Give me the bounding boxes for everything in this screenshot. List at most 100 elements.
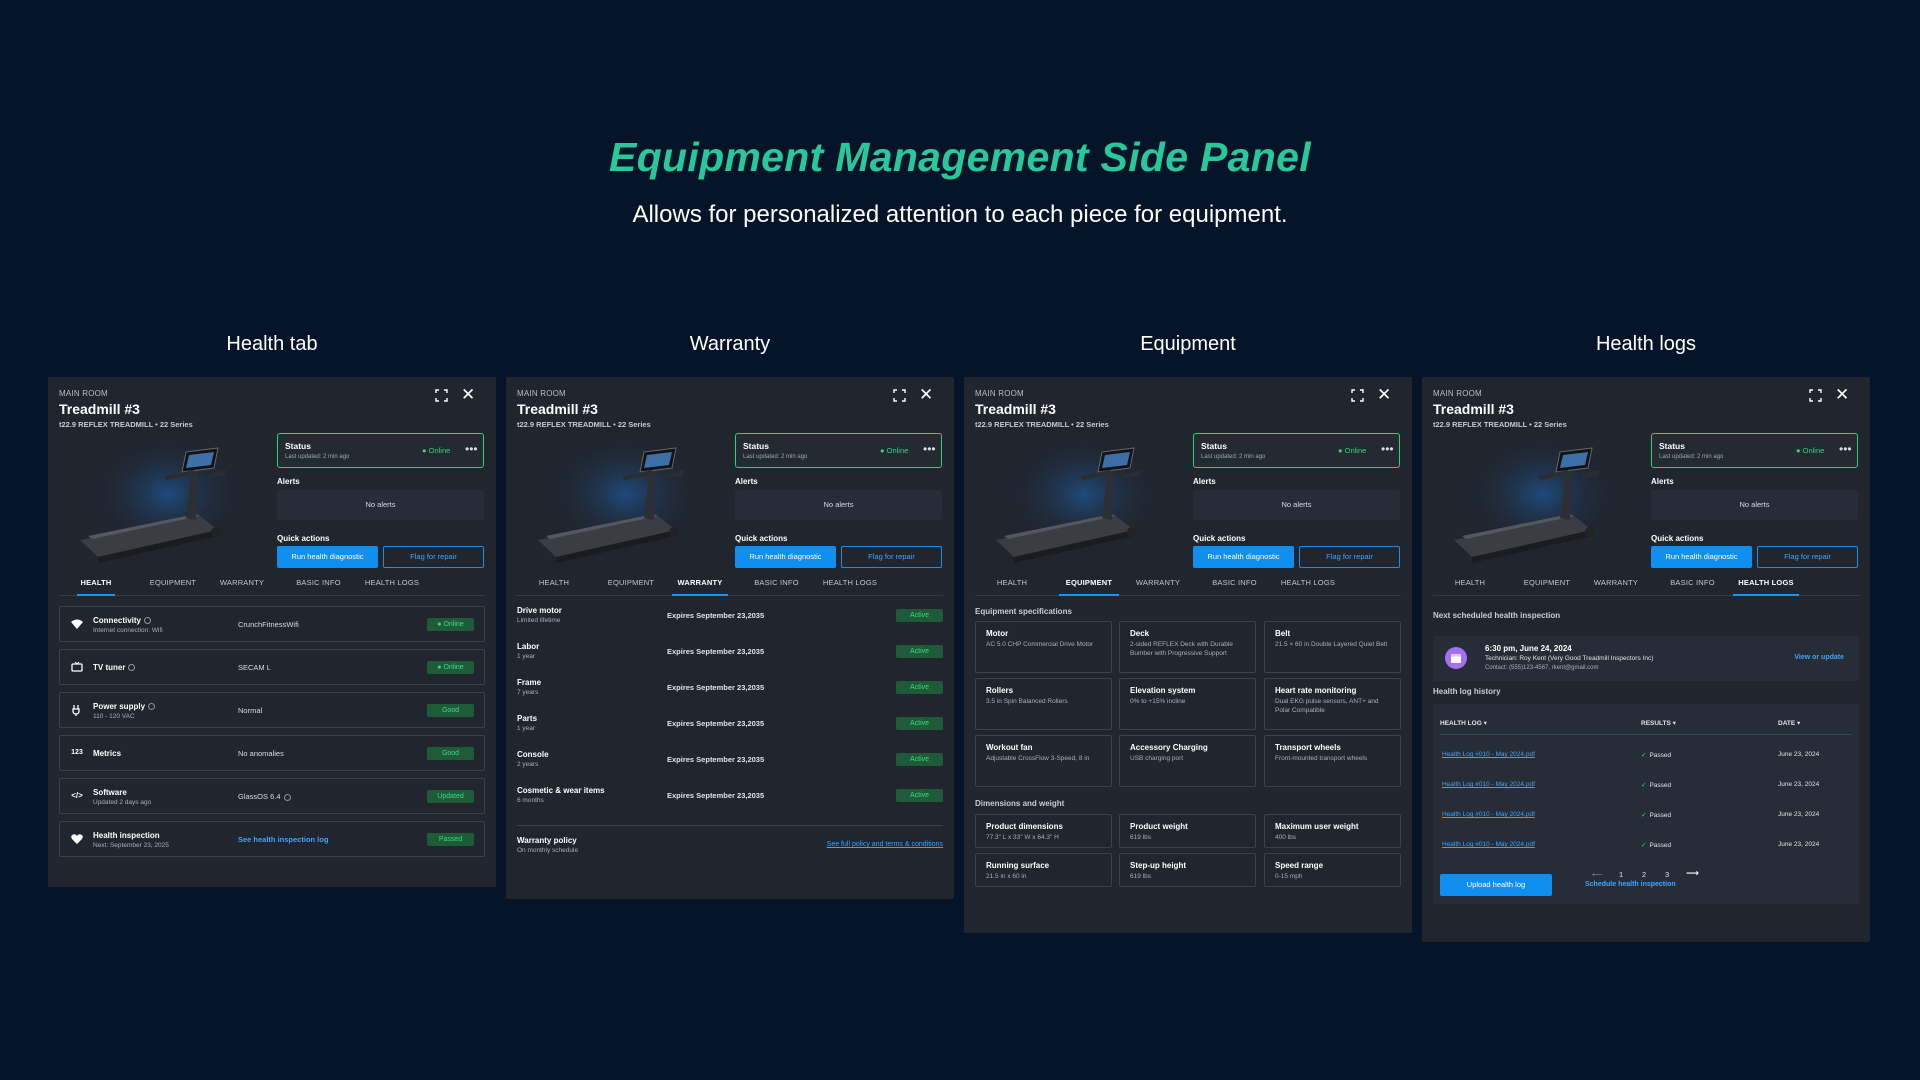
- status-title: Status: [743, 441, 769, 451]
- tab-health-logs[interactable]: HEALTH LOGS: [359, 578, 425, 587]
- spec-desc: 2-sided REFLEX Deck with Durable Bumber …: [1130, 641, 1233, 657]
- log-file-link[interactable]: Health Log #010 - May 2024.pdf: [1442, 751, 1535, 758]
- tab-health[interactable]: HEALTH: [535, 578, 573, 587]
- log-result: Passed: [1649, 812, 1672, 819]
- close-icon[interactable]: ✕: [461, 386, 475, 403]
- flag-repair-button[interactable]: Flag for repair: [841, 546, 942, 568]
- page-3-button[interactable]: 3: [1665, 870, 1669, 879]
- run-diagnostic-button[interactable]: Run health diagnostic: [735, 546, 836, 568]
- alerts-label: Alerts: [1651, 477, 1674, 486]
- tab-health[interactable]: HEALTH: [1451, 578, 1489, 587]
- log-date: June 23, 2024: [1778, 811, 1820, 818]
- close-icon[interactable]: ✕: [919, 386, 933, 403]
- tab-basic-info[interactable]: BASIC INFO: [1207, 578, 1262, 587]
- log-file-link[interactable]: Health Log #010 - May 2024.pdf: [1442, 841, 1535, 848]
- inspection-log-link[interactable]: See health inspection log: [238, 835, 328, 844]
- page-1-button[interactable]: 1: [1619, 870, 1623, 879]
- col-header-results[interactable]: RESULTS ▾: [1641, 719, 1676, 727]
- tab-equipment[interactable]: EQUIPMENT: [1517, 578, 1577, 587]
- col-header-log[interactable]: HEALTH LOG ▾: [1440, 719, 1487, 727]
- tv-icon: [70, 660, 84, 674]
- spec-card: Heart rate monitoring Dual EKG pulse sens…: [1264, 678, 1401, 730]
- run-diagnostic-button[interactable]: Run health diagnostic: [277, 546, 378, 568]
- dim-title: Product weight: [1130, 822, 1188, 831]
- more-icon[interactable]: •••: [1839, 442, 1852, 456]
- warranty-row: Labor 1 year Expires September 23,2035 A…: [517, 637, 943, 667]
- info-icon[interactable]: [283, 793, 291, 801]
- tab-health[interactable]: HEALTH: [993, 578, 1031, 587]
- run-diagnostic-button[interactable]: Run health diagnostic: [1193, 546, 1294, 568]
- health-row-connectivity[interactable]: Connectivity Internet connection: Wifi C…: [59, 606, 485, 642]
- status-badge: ● Online: [427, 661, 474, 674]
- view-update-link[interactable]: View or update: [1794, 654, 1844, 661]
- tab-equipment[interactable]: EQUIPMENT: [601, 578, 661, 587]
- col-header-date[interactable]: DATE ▾: [1778, 719, 1800, 727]
- tab-equipment[interactable]: EQUIPMENT: [1059, 578, 1119, 587]
- spec-title: Motor: [986, 629, 1009, 638]
- run-diagnostic-button[interactable]: Run health diagnostic: [1651, 546, 1752, 568]
- status-card: Status Last updated: 2 min ago ● Online •••: [1651, 433, 1858, 468]
- warranty-term: 2 years: [517, 761, 539, 768]
- schedule-inspection-link[interactable]: Schedule health inspection: [1585, 881, 1676, 888]
- treadmill-image: [538, 434, 704, 563]
- tab-warranty[interactable]: WARRANTY: [1588, 578, 1644, 587]
- more-icon[interactable]: •••: [465, 442, 478, 456]
- upload-log-button[interactable]: Upload health log: [1440, 874, 1552, 896]
- status-updated: Last updated: 2 min ago: [743, 454, 808, 460]
- health-row-power-supply[interactable]: Power supply 110 - 120 VAC Normal Good: [59, 692, 485, 728]
- tab-warranty[interactable]: WARRANTY: [1130, 578, 1186, 587]
- tab-health[interactable]: HEALTH: [77, 578, 115, 587]
- health-row-inspection[interactable]: Health inspection Next: September 23, 20…: [59, 821, 485, 857]
- tab-health-logs[interactable]: HEALTH LOGS: [1275, 578, 1341, 587]
- page-title: Equipment Management Side Panel: [609, 134, 1311, 180]
- info-icon[interactable]: [144, 617, 152, 625]
- tab-health-logs[interactable]: HEALTH LOGS: [817, 578, 883, 587]
- calendar-icon: [1445, 647, 1467, 669]
- expand-icon[interactable]: [1351, 389, 1364, 402]
- room-label: MAIN ROOM: [1433, 389, 1482, 398]
- side-panel-warranty: MAIN ROOM Treadmill #3 t22.9 REFLEX TREADM…: [506, 377, 954, 899]
- wifi-icon: [70, 617, 84, 631]
- tab-equipment[interactable]: EQUIPMENT: [143, 578, 203, 587]
- tab-health-logs[interactable]: HEALTH LOGS: [1733, 578, 1799, 587]
- expand-icon[interactable]: [435, 389, 448, 402]
- panel-overview: Status Last updated: 2 min ago ● Online •••…: [506, 432, 954, 572]
- close-icon[interactable]: ✕: [1377, 386, 1391, 403]
- tab-basic-info[interactable]: BASIC INFO: [1665, 578, 1720, 587]
- tab-basic-info[interactable]: BASIC INFO: [291, 578, 346, 587]
- prev-page-button[interactable]: ⟵: [1592, 870, 1603, 879]
- expand-icon[interactable]: [893, 389, 906, 402]
- warranty-title: Parts: [517, 714, 538, 723]
- health-row-tv-tuner[interactable]: TV tuner SECAM L ● Online: [59, 649, 485, 685]
- tab-warranty[interactable]: WARRANTY: [672, 578, 728, 587]
- spec-desc: Dual EKG pulse sensors, ANT+ and Polar C…: [1275, 698, 1379, 714]
- expand-icon[interactable]: [1809, 389, 1822, 402]
- info-icon[interactable]: [148, 703, 156, 711]
- log-file-link[interactable]: Health Log #010 - May 2024.pdf: [1442, 811, 1535, 818]
- health-row-metrics[interactable]: 123 Metrics No anomalies Good: [59, 735, 485, 771]
- flag-repair-button[interactable]: Flag for repair: [383, 546, 484, 568]
- dim-title: Step-up height: [1130, 861, 1186, 870]
- health-row-software[interactable]: </> Software Updated 2 days ago GlassOS …: [59, 778, 485, 814]
- status-online-badge: ● Online: [880, 446, 909, 455]
- flag-repair-button[interactable]: Flag for repair: [1757, 546, 1858, 568]
- warranty-term: 1 year: [517, 725, 536, 732]
- equipment-tab-content: Equipment specifications Motor AC 5.0 CHP…: [964, 596, 1412, 926]
- column-title-health-logs: Health logs: [1595, 333, 1697, 355]
- close-icon[interactable]: ✕: [1835, 386, 1849, 403]
- log-file-link[interactable]: Health Log #010 - May 2024.pdf: [1442, 781, 1535, 788]
- info-icon[interactable]: [128, 664, 136, 672]
- log-date: June 23, 2024: [1778, 841, 1820, 848]
- quick-actions-label: Quick actions: [735, 534, 788, 543]
- flag-repair-button[interactable]: Flag for repair: [1299, 546, 1400, 568]
- tab-warranty[interactable]: WARRANTY: [214, 578, 270, 587]
- tab-basic-info[interactable]: BASIC INFO: [749, 578, 804, 587]
- log-date: June 23, 2024: [1778, 751, 1820, 758]
- policy-terms-link[interactable]: See full policy and terms & conditions: [827, 841, 943, 848]
- more-icon[interactable]: •••: [1381, 442, 1394, 456]
- more-icon[interactable]: •••: [923, 442, 936, 456]
- next-page-button[interactable]: ⟶: [1686, 868, 1699, 879]
- page-2-button[interactable]: 2: [1642, 870, 1646, 879]
- check-icon: ✓: [1641, 812, 1647, 819]
- inspection-contact: Contact: (555)123-4567, rkent@gmail.com: [1485, 665, 1599, 671]
